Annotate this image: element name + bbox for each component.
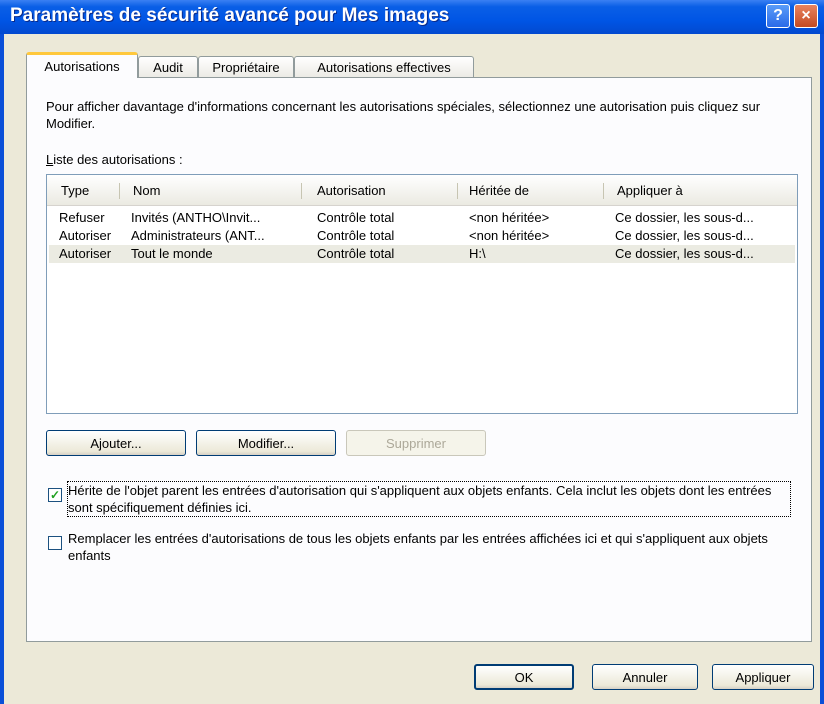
window-frame-left bbox=[0, 34, 4, 704]
cell-nom: Administrateurs (ANT... bbox=[131, 228, 265, 243]
column-heritee-de[interactable]: Héritée de bbox=[461, 175, 603, 205]
close-icon: × bbox=[801, 7, 811, 24]
list-label-text: iste des autorisations : bbox=[53, 152, 183, 167]
help-icon: ? bbox=[773, 7, 783, 24]
permission-row[interactable]: Refuser Invités (ANTHO\Invit... Contrôle… bbox=[49, 209, 795, 227]
help-button[interactable]: ? bbox=[766, 4, 790, 28]
permissions-list[interactable]: Type Nom Autorisation Héritée de Appliqu… bbox=[46, 174, 798, 414]
cell-autorisation: Contrôle total bbox=[317, 246, 395, 261]
cell-type: Refuser bbox=[59, 210, 105, 225]
inherit-checkbox[interactable]: ✓ bbox=[48, 488, 62, 502]
replace-label[interactable]: Remplacer les entrées d'autorisations de… bbox=[68, 530, 790, 564]
window-frame-right bbox=[820, 34, 824, 704]
replace-checkbox[interactable] bbox=[48, 536, 62, 550]
cell-appliquer-a: Ce dossier, les sous-d... bbox=[615, 246, 754, 261]
column-type[interactable]: Type bbox=[53, 175, 119, 205]
cell-heritee-de: H:\ bbox=[469, 246, 486, 261]
cell-nom: Invités (ANTHO\Invit... bbox=[131, 210, 261, 225]
remove-button[interactable]: Supprimer bbox=[346, 430, 486, 456]
security-dialog: Paramètres de sécurité avancé pour Mes i… bbox=[0, 0, 824, 704]
tab-autorisations-effectives[interactable]: Autorisations effectives bbox=[294, 56, 474, 77]
permission-row-selected[interactable]: Autoriser Tout le monde Contrôle total H… bbox=[49, 245, 795, 263]
tab-autorisations[interactable]: Autorisations bbox=[26, 52, 138, 78]
cancel-button[interactable]: Annuler bbox=[592, 664, 698, 690]
cell-appliquer-a: Ce dossier, les sous-d... bbox=[615, 210, 754, 225]
cell-appliquer-a: Ce dossier, les sous-d... bbox=[615, 228, 754, 243]
title-bar[interactable]: Paramètres de sécurité avancé pour Mes i… bbox=[0, 0, 824, 34]
cell-autorisation: Contrôle total bbox=[317, 228, 395, 243]
column-nom[interactable]: Nom bbox=[125, 175, 301, 205]
window-title: Paramètres de sécurité avancé pour Mes i… bbox=[10, 5, 450, 26]
inherit-label[interactable]: Hérite de l'objet parent les entrées d'a… bbox=[67, 481, 791, 517]
column-appliquer-a[interactable]: Appliquer à bbox=[609, 175, 795, 205]
column-divider[interactable] bbox=[457, 183, 458, 199]
cell-type: Autoriser bbox=[59, 246, 112, 261]
cell-type: Autoriser bbox=[59, 228, 112, 243]
edit-button[interactable]: Modifier... bbox=[196, 430, 336, 456]
checkmark-icon: ✓ bbox=[49, 488, 61, 502]
apply-button[interactable]: Appliquer bbox=[712, 664, 814, 690]
column-divider[interactable] bbox=[301, 183, 302, 199]
cell-nom: Tout le monde bbox=[131, 246, 213, 261]
tab-proprietaire[interactable]: Propriétaire bbox=[198, 56, 294, 77]
cell-heritee-de: <non héritée> bbox=[469, 228, 550, 243]
permissions-description: Pour afficher davantage d'informations c… bbox=[46, 99, 761, 131]
permissions-list-label: Liste des autorisations : bbox=[46, 152, 183, 167]
add-button[interactable]: Ajouter... bbox=[46, 430, 186, 456]
column-header: Type Nom Autorisation Héritée de Appliqu… bbox=[47, 175, 797, 206]
cell-heritee-de: <non héritée> bbox=[469, 210, 550, 225]
column-autorisation[interactable]: Autorisation bbox=[309, 175, 457, 205]
tab-audit[interactable]: Audit bbox=[138, 56, 198, 77]
column-divider[interactable] bbox=[119, 183, 120, 199]
close-button[interactable]: × bbox=[794, 4, 818, 28]
column-divider[interactable] bbox=[603, 183, 604, 199]
ok-button[interactable]: OK bbox=[474, 664, 574, 690]
permission-row[interactable]: Autoriser Administrateurs (ANT... Contrô… bbox=[49, 227, 795, 245]
cell-autorisation: Contrôle total bbox=[317, 210, 395, 225]
